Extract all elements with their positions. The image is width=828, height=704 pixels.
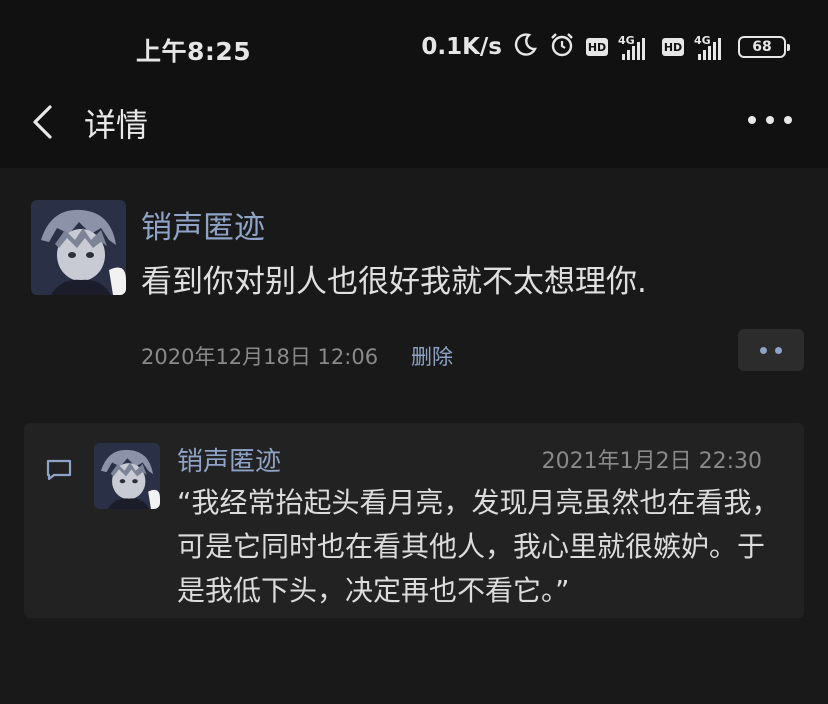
hd-icon-2: HD: [662, 38, 684, 56]
comment-icon: [46, 459, 72, 481]
back-button[interactable]: [24, 102, 60, 142]
alarm-icon: [548, 31, 576, 63]
post-author-name[interactable]: 销声匿迹: [141, 202, 265, 247]
more-horizontal-icon: [748, 116, 756, 124]
status-bar: 上午8:25 0.1K/s HD 4G HD 4G 68: [0, 0, 828, 90]
battery-icon: 68: [738, 36, 790, 58]
post-timestamp: 2020年12月18日 12:06: [141, 345, 379, 369]
more-dots-icon: [760, 346, 767, 354]
comment-author-name[interactable]: 销声匿迹: [177, 441, 281, 478]
comment-card: 销声匿迹 2021年1月2日 22:30 “我经常抬起头看月亮，发现月亮虽然也在…: [24, 423, 804, 618]
more-options-button[interactable]: [748, 106, 792, 134]
app-header: 详情: [0, 90, 828, 168]
signal-icon-2: 4G: [694, 34, 728, 60]
status-icons: 0.1K/s HD 4G HD 4G 68: [421, 31, 790, 63]
status-time: 上午8:25: [136, 37, 252, 66]
battery-level: 68: [752, 39, 772, 55]
moon-icon: [512, 32, 538, 62]
page-title: 详情: [84, 106, 149, 144]
delete-button[interactable]: 删除: [411, 341, 453, 371]
hd-icon: HD: [586, 38, 608, 56]
comment-author-avatar[interactable]: [94, 443, 160, 509]
post-action-button[interactable]: [738, 329, 804, 371]
chevron-left-icon: [33, 105, 52, 139]
comment-timestamp: 2021年1月2日 22:30: [541, 449, 762, 474]
signal-icon: 4G: [618, 34, 652, 60]
post-text: 看到你对别人也很好我就不太想理你.: [141, 264, 647, 300]
network-speed: 0.1K/s: [421, 34, 502, 60]
comment-text: “我经常抬起头看月亮，发现月亮虽然也在看我，可是它同时也在看其他人，我心里就很嫉…: [177, 486, 780, 607]
post-author-avatar[interactable]: [31, 200, 126, 295]
